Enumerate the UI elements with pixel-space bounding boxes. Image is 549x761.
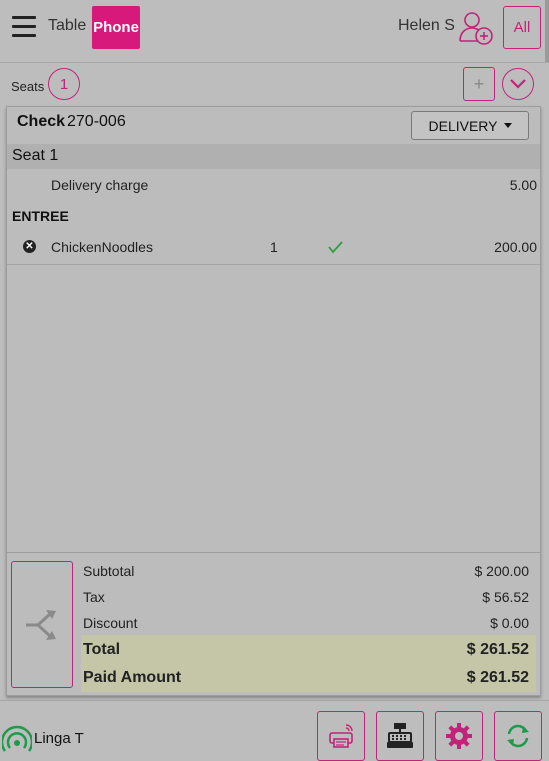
add-seat-button[interactable]: +: [463, 67, 495, 101]
scroll-edge: [545, 0, 549, 62]
item-qty: 1: [270, 239, 278, 255]
cash-register-button[interactable]: [376, 711, 424, 761]
signal-icon: [2, 725, 32, 752]
add-user-icon[interactable]: [458, 10, 494, 46]
delivery-charge-label: Delivery charge: [51, 177, 149, 193]
seat-label: Seat 1: [12, 147, 59, 164]
delivery-charge-row[interactable]: Delivery charge 5.00: [7, 169, 540, 201]
gear-icon: [446, 723, 472, 749]
chevron-down-icon: [510, 79, 526, 89]
order-type-label: DELIVERY: [428, 117, 498, 134]
remove-icon[interactable]: ✕: [23, 240, 36, 253]
totals-section: Subtotal $ 200.00 Tax $ 56.52 Discount $…: [7, 552, 540, 696]
seat-bar: Seats 1 +: [0, 63, 549, 105]
category-label: ENTREE: [12, 208, 69, 224]
subtotal-value: $ 200.00: [474, 563, 530, 579]
item-amount: 200.00: [494, 239, 537, 255]
expand-button[interactable]: [502, 68, 534, 100]
check-icon: [328, 241, 343, 254]
tax-label: Tax: [83, 589, 105, 605]
settings-button[interactable]: [435, 711, 483, 761]
paid-label: Paid Amount: [83, 669, 182, 686]
check-number: 270-006: [67, 113, 126, 130]
check-panel: Check 270-006 DELIVERY Seat 1 Delivery c…: [6, 106, 541, 696]
paid-value: $ 261.52: [466, 669, 529, 686]
bottom-bar: Linga T: [0, 700, 549, 761]
order-type-dropdown[interactable]: DELIVERY: [411, 111, 529, 140]
discount-label: Discount: [83, 615, 138, 631]
seats-label: Seats: [11, 79, 45, 94]
order-item-row[interactable]: ✕ ChickenNoodles 1 200.00: [7, 231, 540, 265]
subtotal-label: Subtotal: [83, 563, 135, 579]
caret-down-icon: [503, 123, 512, 128]
print-button[interactable]: [317, 711, 365, 761]
tab-phone[interactable]: Phone: [92, 6, 140, 49]
item-name: ChickenNoodles: [51, 239, 153, 255]
all-button[interactable]: All: [503, 6, 541, 49]
menu-icon[interactable]: [12, 16, 36, 38]
seat-header[interactable]: Seat 1: [7, 144, 540, 169]
user-name: Helen S: [398, 17, 455, 34]
cash-register-icon: [387, 723, 413, 748]
split-button[interactable]: [11, 561, 73, 688]
printer-icon: [329, 724, 353, 748]
tab-table[interactable]: Table: [48, 17, 86, 35]
tax-value: $ 56.52: [482, 589, 529, 605]
total-value: $ 261.52: [466, 641, 529, 658]
sync-icon: [507, 724, 529, 748]
seat-count-button[interactable]: 1: [48, 68, 80, 100]
total-label: Total: [83, 641, 121, 658]
device-name: Linga T: [34, 730, 84, 747]
discount-value: $ 0.00: [490, 615, 529, 631]
sync-button[interactable]: [494, 711, 542, 761]
split-icon: [26, 609, 56, 640]
top-bar: Table Phone Helen S All: [0, 0, 549, 63]
check-title: Check: [17, 113, 66, 130]
delivery-charge-amount: 5.00: [509, 177, 537, 193]
